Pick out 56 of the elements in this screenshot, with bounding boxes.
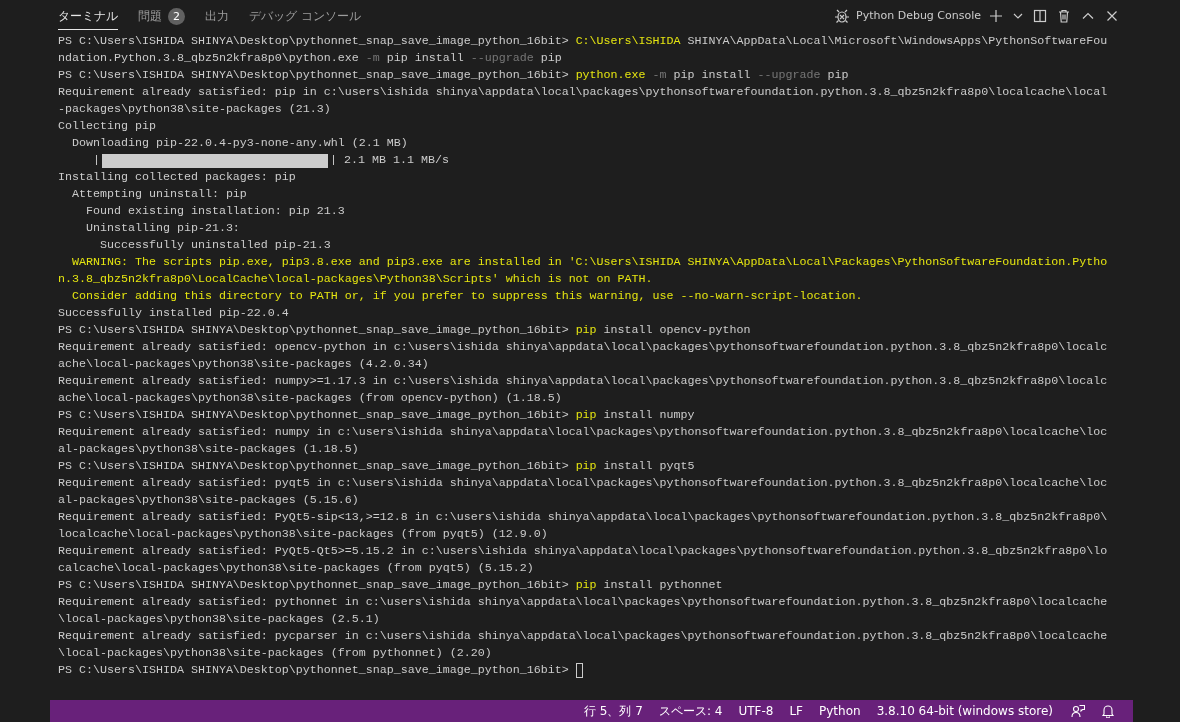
terminal-line: al-packages\python38\site-packages (1.18.5): [58, 441, 359, 458]
terminal-line: Collecting pip: [58, 118, 156, 135]
terminal-line: al-packages\python38\site-packages (5.15.6): [58, 492, 359, 509]
terminal-line: Requirement already satisfied: numpy>=1.17.3 in c:\users\ishida shinya\appdata\local\packages\pythonsoftwarefoundation.python.3.8_qbz5n2kfra8p0\localc: [58, 373, 1108, 390]
panel-tab[interactable]: 出力: [205, 1, 229, 30]
terminal-line: Successfully uninstalled pip-21.3: [98, 237, 331, 254]
bug-icon: [834, 7, 851, 24]
terminal-line: Requirement already satisfied: opencv-python in c:\users\ishida shinya\appdata\local\packages\pythonsoftwarefoundation.python.3.8_qbz5n2kfra8p0\localc: [58, 339, 1108, 356]
terminal-line: PS C:\Users\ISHIDA SHINYA\Desktop\pythonnet_snap_save_image_python_16bit> C:\Users\ISHIDA SHINYA\AppData\Local\Microsoft\WindowsApps\PythonSoftwareFou: [58, 33, 1108, 50]
terminal-line: Requirement already satisfied: pycparser in c:\users\ishida shinya\appdata\local\packages\pythonsoftwarefoundation.python.3.8_qbz5n2kfra8p0\localcache: [58, 628, 1108, 645]
terminal-line: Downloading pip-22.0.4-py3-none-any.whl (2.1 MB): [71, 135, 408, 152]
terminal-line: n.3.8_qbz5n2kfra8p0\LocalCache\local-packages\Python38\Scripts' which is not on PATH.: [58, 271, 653, 288]
terminal-line: Requirement already satisfied: pip in c:\users\ishida shinya\appdata\local\packages\pythonsoftwarefoundation.python.3.8_qbz5n2kfra8p0\localcache\local: [58, 84, 1108, 101]
add-icon[interactable]: [987, 8, 1005, 23]
terminal-line: ache\local-packages\python38\site-packages (from opencv-python) (1.18.5): [58, 390, 562, 407]
terminal-line: PS C:\Users\ISHIDA SHINYA\Desktop\pythonnet_snap_save_image_python_16bit> pip install numpy: [58, 407, 695, 424]
terminal-line: PS C:\Users\ISHIDA SHINYA\Desktop\pythonnet_snap_save_image_python_16bit> pip install pythonnet: [58, 577, 723, 594]
status-item[interactable]: Python: [811, 704, 869, 718]
terminal-line: Requirement already satisfied: pythonnet in c:\users\ishida shinya\appdata\local\packages\pythonsoftwarefoundation.python.3.8_qbz5n2kfra8p0\localcache: [58, 594, 1108, 611]
terminal-line: PS C:\Users\ISHIDA SHINYA\Desktop\pythonnet_snap_save_image_python_16bit> python.exe -m pip install --upgrade pip: [58, 67, 849, 84]
terminal-line: calcache\local-packages\python38\site-packages (from pyqt5) (5.15.2): [58, 560, 534, 577]
split-icon[interactable]: [1031, 8, 1049, 23]
terminal-line: -packages\python38\site-packages (21.3): [58, 101, 331, 118]
terminal-line: Successfully installed pip-22.0.4: [58, 305, 289, 322]
terminal-line: Uninstalling pip-21.3:: [84, 220, 240, 237]
terminal-line: ache\local-packages\python38\site-packages (4.2.0.34): [58, 356, 429, 373]
terminal-line: Requirement already satisfied: numpy in c:\users\ishida shinya\appdata\local\packages\pythonsoftwarefoundation.python.3.8_qbz5n2kfra8p0\localcache\loc: [58, 424, 1108, 441]
status-item[interactable]: LF: [781, 704, 811, 718]
terminal-line: Consider adding this directory to PATH or, if you prefer to suppress this warning, use --no-warn-script-location.: [71, 288, 863, 305]
status-item[interactable]: 行 5、列 7: [576, 702, 651, 720]
panel-tab[interactable]: デバッグ コンソール: [249, 1, 361, 30]
terminal-line: PS C:\Users\ISHIDA SHINYA\Desktop\pythonnet_snap_save_image_python_16bit>: [58, 662, 569, 679]
terminal-line: PS C:\Users\ISHIDA SHINYA\Desktop\pythonnet_snap_save_image_python_16bit> pip install opencv-python: [58, 322, 751, 339]
count-badge: 2: [168, 7, 185, 25]
terminal-line: Attempting uninstall: pip: [71, 186, 247, 203]
terminal-line: WARNING: The scripts pip.exe, pip3.8.exe and pip3.exe are installed in 'C:\Users\ISHIDA SHINYA\AppData\Local\Packages\PythonSoftwareFoundation.Pytho: [71, 254, 1108, 271]
terminal-line: localcache\local-packages\python38\site-packages (from pyqt5) (12.9.0): [58, 526, 548, 543]
terminal-line: ndation.Python.3.8_qbz5n2kfra8p0\python.exe -m pip install --upgrade pip: [58, 50, 562, 67]
panel-tab[interactable]: ターミナル: [58, 1, 118, 30]
progress-text: |: [93, 152, 100, 169]
terminal-line: \local-packages\python38\site-packages (2.5.1): [58, 611, 380, 628]
terminal-line: Requirement already satisfied: PyQt5-sip<13,>=12.8 in c:\users\ishida shinya\appdata\local\packages\pythonsoftwarefoundation.python.3.8_qbz5n2kfra8p0\: [58, 509, 1108, 526]
terminal-line: Found existing installation: pip 21.3: [84, 203, 345, 220]
terminal-line: Requirement already satisfied: PyQt5-Qt5>=5.15.2 in c:\users\ishida shinya\appdata\local\packages\pythonsoftwarefoundation.python.3.8_qbz5n2kfra8p0\lo: [58, 543, 1108, 560]
status-item[interactable]: スペース: 4: [650, 702, 731, 720]
feedback-icon[interactable]: [1069, 704, 1087, 718]
terminal-line: Installing collected packages: pip: [58, 169, 296, 186]
status-item[interactable]: 3.8.10 64-bit (windows store): [868, 704, 1061, 718]
terminal-line: \local-packages\python38\site-packages (from pythonnet) (2.20): [58, 645, 492, 662]
panel-tab[interactable]: 問題 2: [138, 1, 185, 30]
bell-icon[interactable]: [1099, 704, 1117, 718]
terminal-line: PS C:\Users\ISHIDA SHINYA\Desktop\pythonnet_snap_save_image_python_16bit> pip install pyqt5: [58, 458, 695, 475]
terminal-name[interactable]: Python Debug Console: [856, 9, 981, 22]
progress-text: | 2.1 MB 1.1 MB/s: [330, 152, 449, 169]
terminal-line: Requirement already satisfied: pyqt5 in c:\users\ishida shinya\appdata\local\packages\pythonsoftwarefoundation.python.3.8_qbz5n2kfra8p0\localcache\loc: [58, 475, 1108, 492]
status-item[interactable]: UTF-8: [730, 704, 782, 718]
